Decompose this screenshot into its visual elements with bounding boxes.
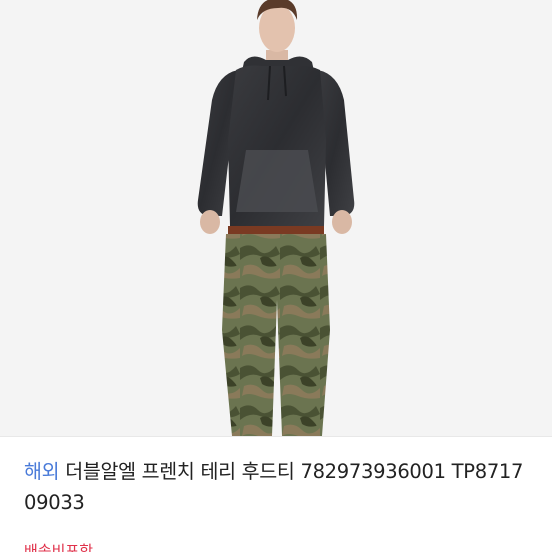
product-title: 해외 더블알엘 프렌치 테리 후드티 782973936001 TP871709… (24, 456, 534, 518)
product-title-text: 더블알엘 프렌치 테리 후드티 782973936001 TP871709033 (24, 460, 524, 514)
model-left-hand (200, 210, 220, 234)
model-right-hand (332, 210, 352, 234)
camo-pants (222, 234, 330, 436)
product-photo-illustration (197, 0, 355, 436)
image-divider (0, 436, 552, 437)
product-detail-page: 해외 더블알엘 프렌치 테리 후드티 782973936001 TP871709… (0, 0, 552, 552)
overseas-badge: 해외 (24, 460, 60, 483)
model-belt (228, 226, 324, 234)
shipping-included-label: 배송비포함 (24, 542, 94, 552)
hoodie-pocket (236, 150, 318, 212)
product-photo[interactable] (0, 0, 552, 436)
product-info: 해외 더블알엘 프렌치 테리 후드티 782973936001 TP871709… (24, 456, 534, 518)
